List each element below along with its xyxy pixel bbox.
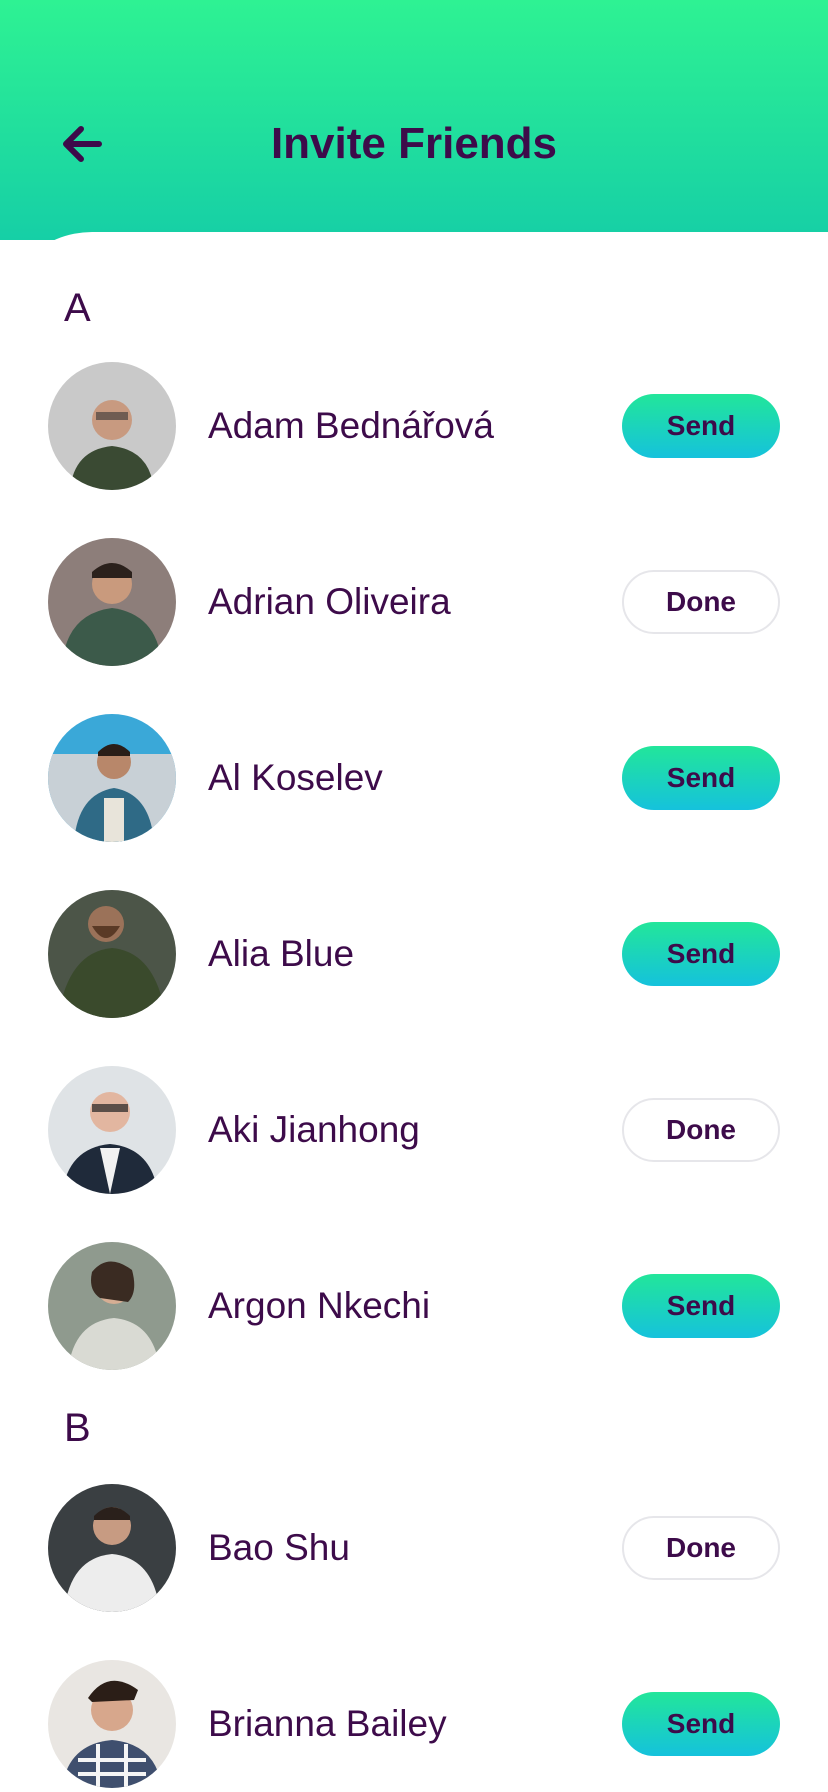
header: Invite Friends bbox=[0, 0, 828, 240]
contact-name: Al Koselev bbox=[208, 757, 383, 798]
contact-name: Brianna Bailey bbox=[208, 1703, 447, 1744]
send-button[interactable]: Send bbox=[622, 1274, 780, 1338]
contact-row[interactable]: Adrian Oliveira Done bbox=[0, 538, 828, 666]
contact-name: Alia Blue bbox=[208, 933, 355, 974]
contact-name: Bao Shu bbox=[208, 1527, 350, 1568]
send-button[interactable]: Send bbox=[622, 746, 780, 810]
send-button[interactable]: Send bbox=[622, 394, 780, 458]
contact-row[interactable]: Al Koselev Send bbox=[0, 714, 828, 842]
avatar bbox=[48, 1660, 176, 1788]
page-title: Invite Friends bbox=[270, 119, 558, 168]
contact-name: Aki Jianhong bbox=[208, 1109, 420, 1150]
contact-row[interactable]: Brianna Bailey Send bbox=[0, 1660, 828, 1788]
contact-name: Argon Nkechi bbox=[208, 1285, 431, 1326]
avatar bbox=[48, 1242, 176, 1370]
avatar bbox=[48, 1066, 176, 1194]
send-button[interactable]: Send bbox=[622, 1692, 780, 1756]
contact-name: Adam Bednářová bbox=[208, 405, 494, 446]
contact-name: Adrian Oliveira bbox=[208, 581, 451, 622]
contact-list[interactable]: A Adam Bednářová Send Adrian Oliveira Do… bbox=[0, 232, 828, 1792]
avatar bbox=[48, 1484, 176, 1612]
avatar bbox=[48, 890, 176, 1018]
contact-row[interactable]: Alia Blue Send bbox=[0, 890, 828, 1018]
section-header-a: A bbox=[64, 286, 91, 330]
contact-row[interactable]: Adam Bednářová Send bbox=[0, 362, 828, 490]
avatar bbox=[48, 362, 176, 490]
send-button[interactable]: Send bbox=[622, 922, 780, 986]
contact-row[interactable]: Aki Jianhong Done bbox=[0, 1066, 828, 1194]
done-button[interactable]: Done bbox=[622, 1516, 780, 1580]
section-header-b: B bbox=[64, 1406, 91, 1450]
avatar bbox=[48, 538, 176, 666]
contact-row[interactable]: Bao Shu Done bbox=[0, 1484, 828, 1612]
done-button[interactable]: Done bbox=[622, 1098, 780, 1162]
contact-row[interactable]: Argon Nkechi Send bbox=[0, 1242, 828, 1370]
avatar bbox=[48, 714, 176, 842]
done-button[interactable]: Done bbox=[622, 570, 780, 634]
